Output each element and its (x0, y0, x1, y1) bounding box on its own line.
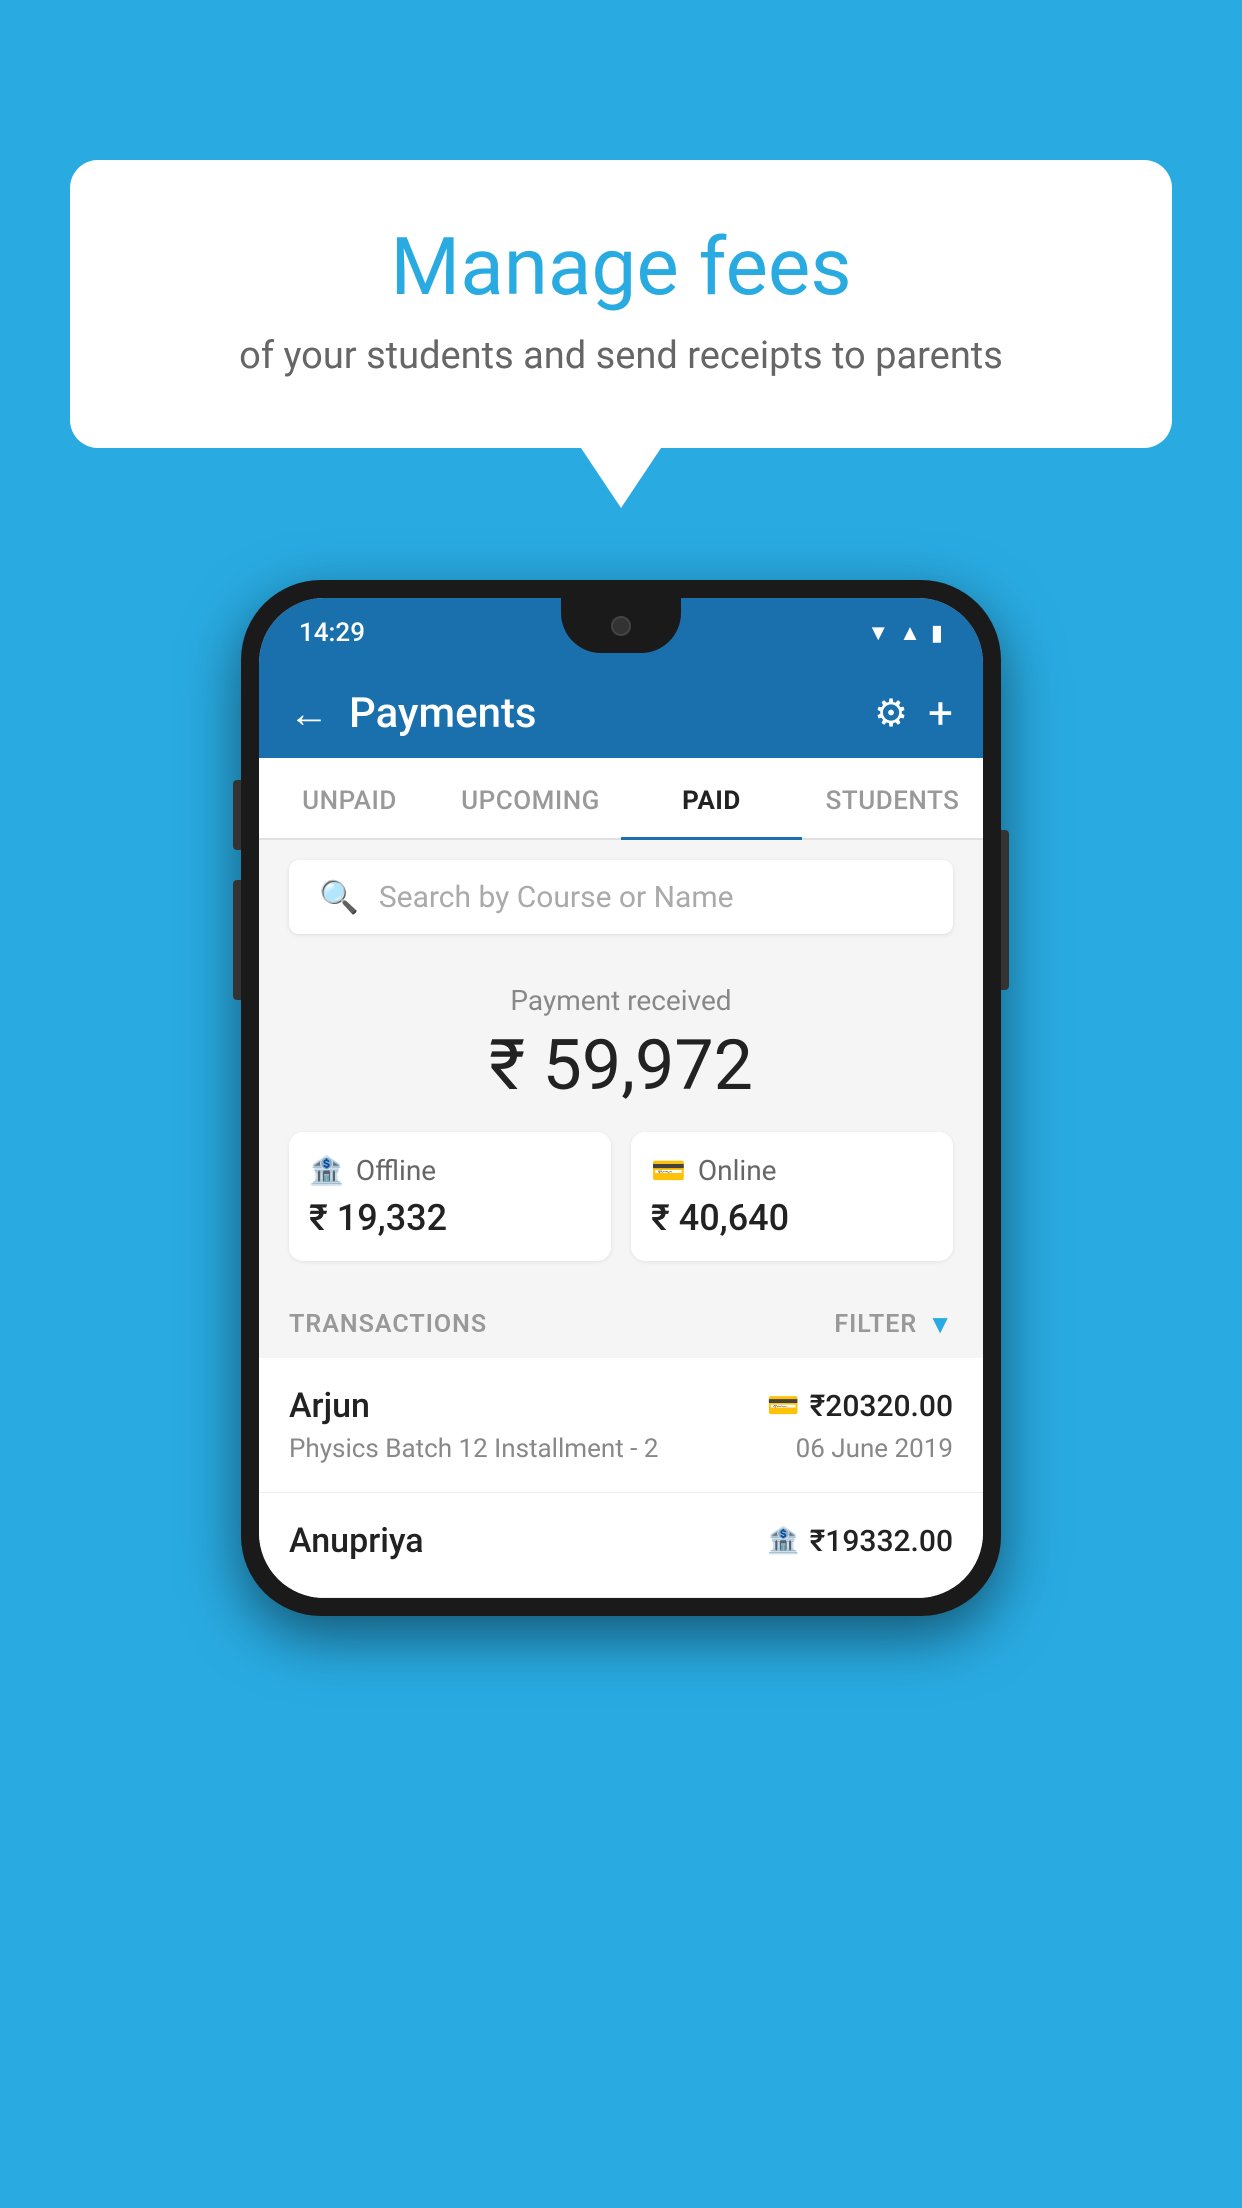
offline-amount: ₹ 19,332 (309, 1197, 591, 1239)
tab-upcoming[interactable]: UPCOMING (440, 758, 621, 838)
transactions-list: Arjun 💳 ₹20320.00 Physics Batch 12 Insta… (259, 1358, 983, 1598)
transaction-amount: ₹19332.00 (810, 1524, 953, 1559)
phone-button-power (1001, 830, 1009, 990)
search-input[interactable]: Search by Course or Name (379, 880, 734, 915)
back-button[interactable]: ← (289, 690, 329, 737)
speech-bubble: Manage fees of your students and send re… (70, 160, 1172, 448)
phone-outer: 14:29 ▼ ▲ ▮ ← Payments ⚙ + U (241, 580, 1001, 1616)
speech-bubble-container: Manage fees of your students and send re… (70, 160, 1172, 508)
wifi-icon: ▼ (867, 620, 889, 646)
search-bar[interactable]: 🔍 Search by Course or Name (289, 860, 953, 934)
tab-unpaid[interactable]: UNPAID (259, 758, 440, 838)
app-header: ← Payments ⚙ + (259, 668, 983, 758)
table-row[interactable]: Arjun 💳 ₹20320.00 Physics Batch 12 Insta… (259, 1358, 983, 1493)
cash-icon: 🏦 (767, 1526, 799, 1556)
signal-icon: ▲ (899, 620, 921, 646)
status-icons: ▼ ▲ ▮ (867, 620, 943, 646)
payment-summary: Payment received ₹ 59,972 🏦 Offline ₹ 19… (259, 954, 983, 1281)
tab-paid[interactable]: PAID (621, 758, 802, 838)
payment-total-amount: ₹ 59,972 (289, 1025, 953, 1107)
transaction-amount: ₹20320.00 (810, 1389, 953, 1424)
online-label: Online (698, 1154, 777, 1187)
transaction-name: Arjun (289, 1386, 370, 1426)
transactions-header: TRANSACTIONS FILTER ▼ (259, 1281, 983, 1358)
phone-button-volume-up (233, 780, 241, 850)
tab-students[interactable]: STUDENTS (802, 758, 983, 838)
transaction-course: Physics Batch 12 Installment - 2 (289, 1434, 658, 1464)
offline-label: Offline (356, 1154, 436, 1187)
page-title: Payments (349, 689, 874, 738)
offline-payment-card: 🏦 Offline ₹ 19,332 (289, 1132, 611, 1261)
status-time: 14:29 (299, 618, 365, 648)
filter-button[interactable]: FILTER ▼ (834, 1309, 953, 1340)
speech-bubble-tail (581, 448, 661, 508)
offline-card-header: 🏦 Offline (309, 1154, 591, 1187)
payment-cards: 🏦 Offline ₹ 19,332 💳 Online ₹ 40,640 (289, 1132, 953, 1261)
add-button[interactable]: + (928, 687, 953, 739)
battery-icon: ▮ (931, 621, 943, 646)
phone-button-volume-down (233, 880, 241, 1000)
transaction-row-bottom: Physics Batch 12 Installment - 2 06 June… (289, 1434, 953, 1464)
status-bar: 14:29 ▼ ▲ ▮ (259, 598, 983, 668)
transaction-name: Anupriya (289, 1521, 424, 1561)
transaction-amount-container: 💳 ₹20320.00 (767, 1389, 953, 1424)
transactions-label: TRANSACTIONS (289, 1310, 487, 1339)
notch (561, 598, 681, 653)
transaction-amount-container: 🏦 ₹19332.00 (767, 1524, 953, 1559)
online-icon: 💳 (651, 1154, 686, 1187)
speech-bubble-title: Manage fees (150, 220, 1092, 314)
card-icon: 💳 (767, 1391, 799, 1421)
camera (611, 616, 631, 636)
search-container: 🔍 Search by Course or Name (259, 840, 983, 954)
filter-label: FILTER (834, 1310, 917, 1339)
offline-icon: 🏦 (309, 1154, 344, 1187)
transaction-date: 06 June 2019 (796, 1434, 953, 1464)
online-payment-card: 💳 Online ₹ 40,640 (631, 1132, 953, 1261)
phone-screen: 14:29 ▼ ▲ ▮ ← Payments ⚙ + U (259, 598, 983, 1598)
online-amount: ₹ 40,640 (651, 1197, 933, 1239)
table-row[interactable]: Anupriya 🏦 ₹19332.00 (259, 1493, 983, 1598)
phone-mockup: 14:29 ▼ ▲ ▮ ← Payments ⚙ + U (241, 580, 1001, 1616)
transaction-row-top: Anupriya 🏦 ₹19332.00 (289, 1521, 953, 1561)
search-icon: 🔍 (319, 878, 359, 916)
gear-icon[interactable]: ⚙ (874, 691, 908, 736)
transaction-row-top: Arjun 💳 ₹20320.00 (289, 1386, 953, 1426)
tabs-bar: UNPAID UPCOMING PAID STUDENTS (259, 758, 983, 840)
online-card-header: 💳 Online (651, 1154, 933, 1187)
filter-icon: ▼ (927, 1309, 953, 1340)
speech-bubble-subtitle: of your students and send receipts to pa… (150, 334, 1092, 378)
payment-received-label: Payment received (289, 984, 953, 1017)
